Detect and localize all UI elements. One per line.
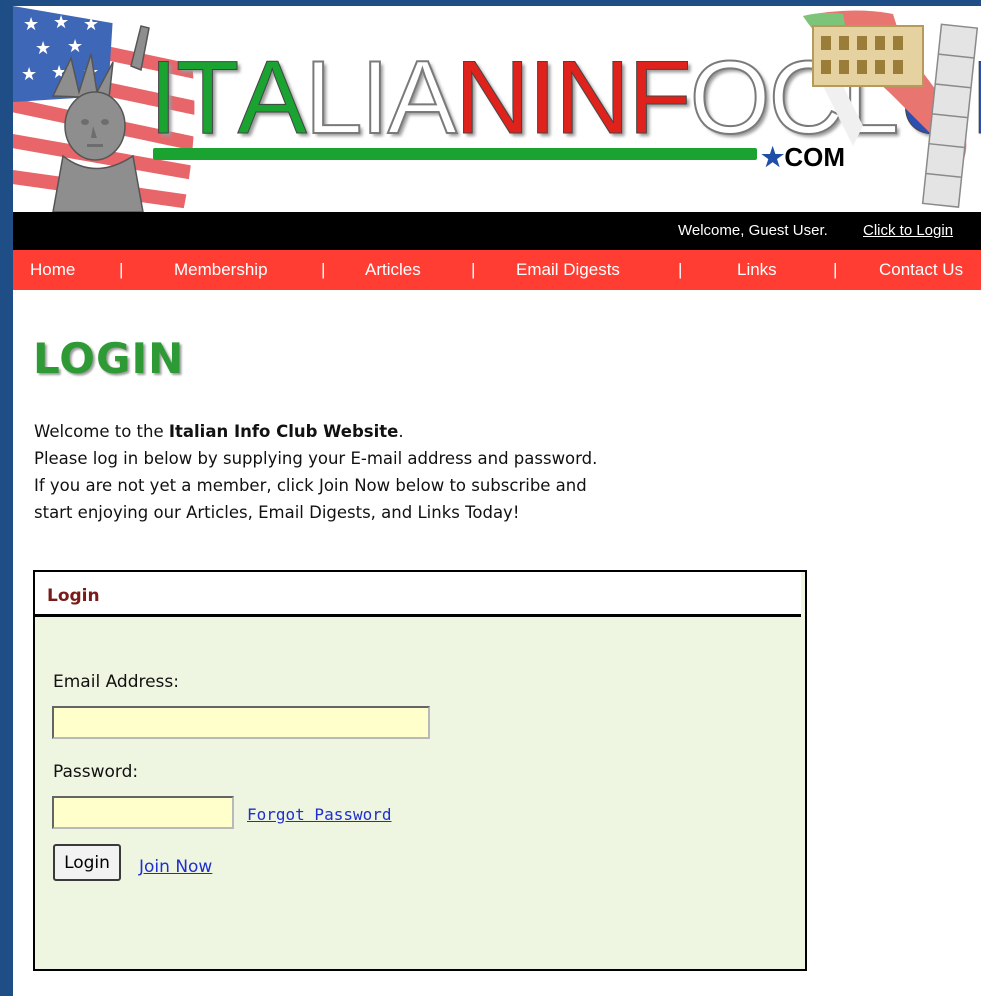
site-logo[interactable]: ITALIANINFOCLUB TM ★COM bbox=[149, 38, 981, 188]
nav-separator: | bbox=[321, 260, 326, 279]
login-panel: Login Email Address: Password: Forgot Pa… bbox=[33, 570, 807, 971]
logo-letter: A bbox=[387, 39, 458, 157]
nav-separator: | bbox=[678, 260, 683, 279]
intro-line-1: Welcome to the Italian Info Club Website… bbox=[34, 418, 734, 445]
logo-letter: A bbox=[237, 40, 307, 157]
nav-email-digests[interactable]: Email Digests bbox=[516, 260, 620, 280]
svg-text:★: ★ bbox=[21, 64, 37, 85]
login-panel-header: Login bbox=[35, 572, 801, 617]
welcome-text: Welcome, Guest User. bbox=[678, 222, 828, 239]
svg-text:★: ★ bbox=[23, 14, 39, 35]
nav-separator: | bbox=[833, 260, 838, 279]
nav-separator: | bbox=[119, 260, 124, 279]
logo-letter: N bbox=[454, 40, 530, 157]
svg-text:★: ★ bbox=[53, 12, 69, 33]
intro-line-1-suffix: . bbox=[398, 422, 404, 441]
italy-map-colosseum-pisa-icon bbox=[803, 10, 979, 208]
logo-underline bbox=[153, 148, 757, 160]
logo-letter: T bbox=[175, 40, 240, 157]
intro-line-3: If you are not yet a member, click Join … bbox=[34, 476, 587, 495]
logo-letter: L bbox=[304, 39, 364, 157]
login-button[interactable]: Login bbox=[53, 844, 121, 881]
site-name: Italian Info Club Website bbox=[168, 422, 399, 441]
nav-links[interactable]: Links bbox=[737, 260, 777, 280]
logo-letter: O bbox=[689, 39, 772, 157]
password-label: Password: bbox=[53, 762, 139, 782]
svg-text:★: ★ bbox=[83, 14, 99, 35]
logo-letter: I bbox=[149, 40, 179, 157]
logo-letter: N bbox=[554, 40, 630, 157]
nav-separator: | bbox=[471, 260, 476, 279]
nav-home[interactable]: Home bbox=[30, 260, 75, 280]
intro-line-2: Please log in below by supplying your E-… bbox=[34, 449, 598, 468]
logo-letter: I bbox=[528, 40, 558, 157]
main-nav: Home | Membership | Articles | Email Dig… bbox=[13, 250, 981, 290]
window-frame-left bbox=[0, 0, 13, 996]
email-field[interactable] bbox=[52, 706, 430, 739]
nav-membership[interactable]: Membership bbox=[174, 260, 268, 280]
intro-line-1-prefix: Welcome to the bbox=[34, 422, 169, 441]
svg-text:★: ★ bbox=[35, 38, 51, 59]
intro-text: Welcome to the Italian Info Club Website… bbox=[34, 418, 734, 526]
page: ★★★ ★★ ★★★ ITALIANINFOCLUB TM bbox=[13, 6, 981, 996]
nav-contact-us[interactable]: Contact Us bbox=[879, 260, 963, 280]
logo-letter: F bbox=[628, 40, 693, 157]
login-panel-title: Login bbox=[47, 586, 100, 606]
forgot-password-link[interactable]: Forgot Password bbox=[247, 805, 392, 824]
click-to-login-link[interactable]: Click to Login bbox=[863, 222, 953, 239]
password-field[interactable] bbox=[52, 796, 234, 829]
page-title: LOGIN bbox=[33, 334, 185, 383]
svg-text:★: ★ bbox=[67, 36, 83, 57]
logo-letter: I bbox=[360, 39, 391, 157]
email-label: Email Address: bbox=[53, 672, 179, 692]
welcome-bar: Welcome, Guest User. Click to Login bbox=[13, 212, 981, 250]
intro-line-4: start enjoying our Articles, Email Diges… bbox=[34, 503, 520, 522]
site-banner: ★★★ ★★ ★★★ ITALIANINFOCLUB TM bbox=[13, 6, 981, 212]
nav-articles[interactable]: Articles bbox=[365, 260, 421, 280]
join-now-link[interactable]: Join Now bbox=[139, 857, 212, 877]
